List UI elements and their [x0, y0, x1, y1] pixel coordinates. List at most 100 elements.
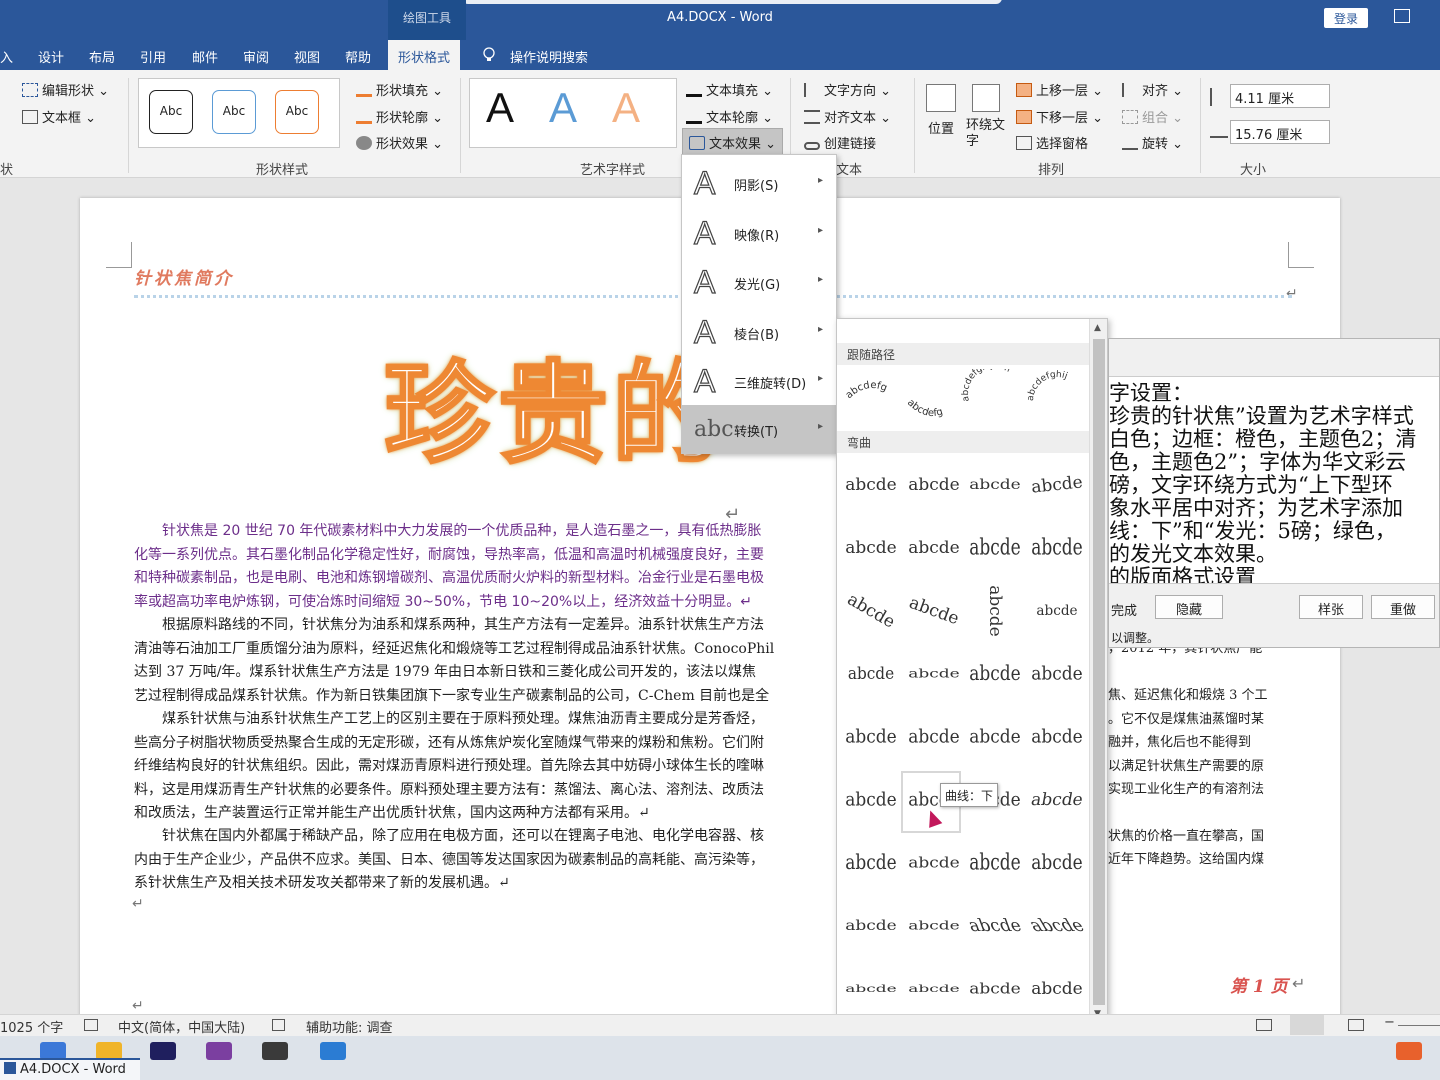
sample-button[interactable]: 样张	[1299, 595, 1363, 619]
warp-option[interactable]: abcde	[1029, 519, 1085, 576]
scroll-thumb[interactable]	[1093, 339, 1105, 1005]
tab-review[interactable]: 审阅	[243, 47, 269, 66]
text-outline-button[interactable]: 文本轮廓 ⌄	[686, 107, 773, 126]
zoom-slider[interactable]	[1398, 1025, 1440, 1026]
search-box[interactable]	[462, 0, 1002, 4]
proofing-icon[interactable]	[84, 1019, 98, 1031]
warp-option[interactable]: abcde	[1025, 778, 1089, 822]
warp-option[interactable]: abcde	[843, 908, 899, 943]
tab-shape-format[interactable]: 形状格式	[388, 40, 461, 70]
text-direction-button[interactable]: 文字方向 ⌄	[804, 80, 891, 99]
warp-option[interactable]: abcde	[967, 648, 1023, 701]
align-text-button[interactable]: 对齐文本 ⌄	[804, 107, 891, 126]
taskbar-app-icon[interactable]	[150, 1042, 176, 1060]
tab-insert[interactable]: 入	[0, 47, 13, 66]
taskbar-app-icon[interactable]	[206, 1042, 232, 1060]
taskbar-app-icon[interactable]	[320, 1042, 346, 1060]
text-box-button[interactable]: 文本框 ⌄	[22, 107, 96, 126]
warp-option[interactable]: abcde	[906, 911, 962, 942]
shape-effects-button[interactable]: 形状效果 ⌄	[356, 133, 443, 152]
taskbar-app-icon[interactable]	[262, 1042, 288, 1060]
wordart-title[interactable]: 珍贵的	[383, 324, 726, 484]
tab-design[interactable]: 设计	[38, 47, 64, 66]
send-backward-button[interactable]: 下移一层 ⌄	[1016, 107, 1103, 126]
warp-option[interactable]: abcde	[843, 463, 899, 507]
tell-me-search[interactable]: 操作说明搜索	[510, 47, 588, 66]
warp-option[interactable]: abcde	[973, 583, 1017, 639]
zoom-out-icon[interactable]: −	[1384, 1015, 1395, 1030]
warp-option[interactable]: abcde	[836, 578, 906, 644]
tab-help[interactable]: 帮助	[345, 47, 371, 66]
warp-option[interactable]: abcde	[843, 713, 899, 761]
word-count[interactable]: 1025 个字	[0, 1017, 63, 1036]
warp-option[interactable]: abcde	[906, 526, 962, 570]
shape-style-3[interactable]: Abc	[275, 90, 319, 134]
group-button[interactable]: 组合 ⌄	[1122, 107, 1183, 126]
tab-layout[interactable]: 布局	[89, 47, 115, 66]
warp-option[interactable]: abcde	[1029, 713, 1085, 761]
accessibility-status[interactable]: 辅助功能: 调查	[306, 1017, 393, 1036]
menu-item-shadow[interactable]: A 阴影(S) ▸	[682, 159, 836, 207]
warp-option[interactable]: abcde	[843, 526, 899, 570]
position-icon[interactable]	[926, 84, 956, 112]
wordart-style-orange[interactable]: A	[612, 84, 640, 132]
path-arch-down[interactable]: abcdefg	[905, 397, 944, 419]
warp-option[interactable]: abcde	[906, 463, 962, 507]
shape-fill-button[interactable]: 形状填充 ⌄	[356, 80, 443, 99]
login-button[interactable]: 登录	[1324, 8, 1368, 28]
print-layout-icon[interactable]	[1290, 1015, 1324, 1035]
warp-option[interactable]: abcde	[1029, 967, 1085, 1011]
read-mode-icon[interactable]	[1256, 1019, 1272, 1031]
wordart-style-blue[interactable]: A	[549, 84, 577, 132]
warp-option[interactable]: abcde	[846, 652, 896, 696]
create-link-button[interactable]: 创建链接	[804, 133, 876, 152]
warp-option[interactable]: abcde	[967, 713, 1023, 761]
path-button[interactable]: abcdefghij	[1026, 370, 1069, 402]
warp-option[interactable]: abcde	[967, 467, 1023, 502]
bring-forward-button[interactable]: 上移一层 ⌄	[1016, 80, 1103, 99]
hide-button[interactable]: 隐藏	[1155, 595, 1223, 619]
warp-option[interactable]: abcde	[1029, 650, 1085, 698]
path-circle[interactable]: abcdefghijklm	[961, 369, 1012, 402]
position-button[interactable]: 位置	[928, 118, 954, 137]
menu-item-transform[interactable]: abc 转换(T) ▸	[682, 405, 836, 453]
warp-option[interactable]: abcde	[906, 713, 962, 761]
shape-style-1[interactable]: Abc	[149, 90, 193, 134]
shape-outline-button[interactable]: 形状轮廓 ⌄	[356, 107, 443, 126]
shape-width-input[interactable]: 15.76 厘米	[1230, 120, 1330, 144]
taskbar-app-icon[interactable]	[1396, 1042, 1422, 1060]
scroll-up-icon[interactable]: ▲	[1094, 323, 1101, 333]
language-status[interactable]: 中文(简体，中国大陆)	[118, 1017, 245, 1036]
macro-icon[interactable]	[272, 1019, 285, 1031]
warp-option[interactable]: abcde	[1027, 460, 1087, 510]
path-arch-up[interactable]: abcdefg	[844, 380, 889, 401]
warp-option[interactable]: abcde	[1029, 837, 1085, 890]
edit-shape-button[interactable]: 编辑形状 ⌄	[22, 80, 109, 99]
wordart-style-black[interactable]: A	[486, 84, 514, 132]
warp-option[interactable]: abcde	[843, 776, 899, 824]
web-layout-icon[interactable]	[1348, 1019, 1364, 1031]
text-effects-button[interactable]: 文本效果 ⌄	[682, 128, 784, 157]
warp-option[interactable]: abcde	[967, 519, 1023, 576]
tab-references[interactable]: 引用	[140, 47, 166, 66]
selection-pane-button[interactable]: 选择窗格	[1016, 133, 1088, 152]
menu-item-glow[interactable]: A 发光(G) ▸	[682, 258, 836, 306]
warp-option[interactable]: abcde	[906, 976, 962, 1002]
warp-option[interactable]: abcde	[906, 843, 962, 883]
wrap-text-icon[interactable]	[972, 84, 1000, 112]
submenu-scrollbar[interactable]: ▲ ▼	[1089, 319, 1107, 1029]
shape-style-2[interactable]: Abc	[212, 90, 256, 134]
redo-button[interactable]: 重做	[1371, 595, 1435, 619]
warp-option[interactable]: abcde	[900, 581, 968, 641]
menu-item-bevel[interactable]: A 棱台(B) ▸	[682, 308, 836, 356]
align-button[interactable]: 对齐 ⌄	[1122, 80, 1183, 99]
ribbon-display-options-icon[interactable]	[1394, 9, 1410, 23]
tab-view[interactable]: 视图	[294, 47, 320, 66]
wrap-text-button[interactable]: 环绕文字	[966, 118, 1014, 150]
warp-option[interactable]: abcde	[1035, 593, 1080, 628]
text-fill-button[interactable]: 文本填充 ⌄	[686, 80, 773, 99]
shape-height-input[interactable]: 4.11 厘米	[1230, 84, 1330, 108]
warp-option[interactable]: abcde	[843, 837, 899, 890]
warp-option[interactable]: abcde	[967, 834, 1023, 891]
warp-option[interactable]: abcde	[967, 969, 1023, 1009]
